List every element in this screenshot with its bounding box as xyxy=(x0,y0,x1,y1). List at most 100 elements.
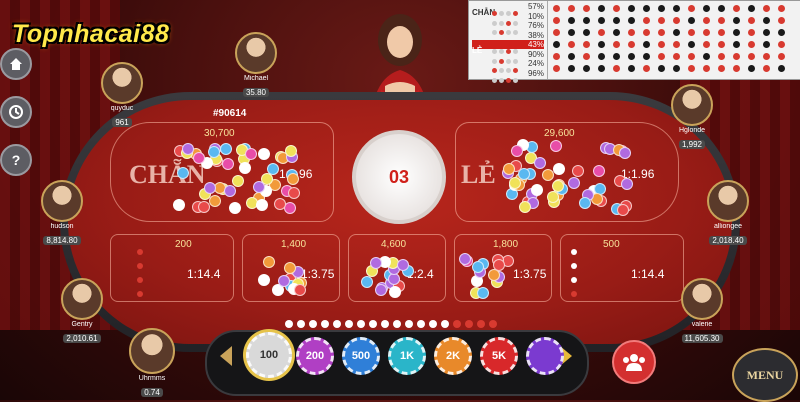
history-cell xyxy=(658,5,665,12)
bet-chip xyxy=(492,259,505,272)
history-cell xyxy=(643,17,650,24)
history-cell xyxy=(613,29,620,36)
players-list-button[interactable] xyxy=(612,340,656,384)
history-cell xyxy=(658,29,665,36)
bet-chip xyxy=(284,145,297,158)
history-stat-percent: 24% xyxy=(527,59,544,68)
history-cell xyxy=(688,29,695,36)
bet-amount: 500 xyxy=(603,239,620,250)
home-icon xyxy=(10,58,22,70)
bet-area-small-5[interactable]: 500 1:14.4 xyxy=(560,234,684,302)
history-cell xyxy=(703,29,710,36)
bet-chip xyxy=(620,178,633,191)
site-logo: Topnhacai88 xyxy=(12,20,170,48)
history-stat-percent: 10% xyxy=(527,11,544,21)
chip-more[interactable] xyxy=(526,337,564,375)
player-name: Gentry xyxy=(71,321,93,328)
bet-area-le[interactable]: 29,600 LẺ 1:1.96 xyxy=(455,122,679,222)
bet-chip xyxy=(472,261,485,274)
bet-label: LẺ xyxy=(461,160,496,189)
player-name: Uhrmms xyxy=(138,375,166,382)
history-icon xyxy=(9,105,23,119)
history-cell xyxy=(568,17,575,24)
bet-chip xyxy=(369,257,382,270)
chip-500[interactable]: 500 xyxy=(342,337,380,375)
history-cell xyxy=(748,5,755,12)
history-cell xyxy=(688,5,695,12)
road-dot xyxy=(441,320,449,328)
history-stat-row: 96% xyxy=(472,69,544,83)
bet-area-small-3[interactable]: 4,600 1:2.4 xyxy=(348,234,446,302)
history-cell xyxy=(613,41,620,48)
chip-2K[interactable]: 2K xyxy=(434,337,472,375)
history-cell xyxy=(568,29,575,36)
history-cell xyxy=(658,41,665,48)
player-seat[interactable]: Hglonde 1,992 xyxy=(666,84,718,152)
history-stat-row: LẺ 43% xyxy=(472,40,544,55)
dice-dot xyxy=(137,263,143,269)
bet-chip xyxy=(283,201,296,214)
player-seat[interactable]: alliongee 2,018.40 xyxy=(702,180,754,248)
player-seat[interactable]: valerie 11,605.30 xyxy=(676,278,728,346)
history-cell xyxy=(688,53,695,60)
bet-chip xyxy=(552,163,565,176)
player-name: hudson xyxy=(50,223,74,230)
history-button[interactable] xyxy=(0,96,32,128)
player-seat[interactable]: quyduc 961 xyxy=(96,62,148,130)
chip-1K[interactable]: 1K xyxy=(388,337,426,375)
player-seat[interactable]: hudson 8,814.80 xyxy=(36,180,88,248)
chip-5K[interactable]: 5K xyxy=(480,337,518,375)
bet-chip xyxy=(360,275,373,288)
bet-chip xyxy=(198,200,211,213)
avatar xyxy=(101,62,143,104)
bet-chip xyxy=(389,285,402,298)
road-dot xyxy=(309,320,317,328)
history-cell xyxy=(583,65,590,72)
player-seat[interactable]: Michael 35.80 xyxy=(230,32,282,100)
road-dot xyxy=(417,320,425,328)
bet-chip xyxy=(579,196,592,209)
bet-ratio: 1:14.4 xyxy=(631,267,665,281)
chip-scroll-left-icon[interactable] xyxy=(220,346,232,366)
road-dot xyxy=(357,320,365,328)
home-button[interactable] xyxy=(0,48,32,80)
history-cell xyxy=(553,5,560,12)
player-name: valerie xyxy=(691,321,713,328)
history-stat-percent: 90% xyxy=(527,49,544,59)
result-disc: 03 xyxy=(352,130,446,224)
history-cell xyxy=(628,17,635,24)
chip-200[interactable]: 200 xyxy=(296,337,334,375)
bet-chip xyxy=(221,158,234,171)
history-cell xyxy=(688,41,695,48)
history-cell xyxy=(628,29,635,36)
history-stat-row: 76% xyxy=(472,21,544,35)
road-dot xyxy=(477,320,485,328)
bet-amount: 1,800 xyxy=(493,239,519,250)
history-cell xyxy=(763,5,770,12)
bet-chip xyxy=(231,174,244,187)
bet-chip xyxy=(273,197,286,210)
road-dot xyxy=(381,320,389,328)
history-stat-row: CHẴN 57% xyxy=(472,2,544,17)
menu-button[interactable]: MENU xyxy=(732,348,798,402)
bet-chip xyxy=(476,286,489,299)
bet-area-small-2[interactable]: 1,400 1:3.75 xyxy=(242,234,340,302)
history-cell xyxy=(688,17,695,24)
history-cell xyxy=(673,17,680,24)
history-cell xyxy=(613,17,620,24)
dice-dot xyxy=(137,291,143,297)
chip-100[interactable]: 100 xyxy=(246,332,292,378)
bet-area-small-4[interactable]: 1,800 1:3.75 xyxy=(454,234,552,302)
chip-cluster xyxy=(459,253,515,299)
chip-cluster xyxy=(171,141,301,215)
history-cell xyxy=(553,53,560,60)
avatar xyxy=(41,180,83,222)
history-cell xyxy=(778,65,785,72)
player-balance: 0.74 xyxy=(141,388,163,397)
player-seat-self[interactable]: Uhrmms 0.74 xyxy=(126,328,178,400)
bet-area-chan[interactable]: 30,700 CHẴN 1:1.96 xyxy=(110,122,334,222)
history-cell xyxy=(703,53,710,60)
player-seat[interactable]: Gentry 2,010.61 xyxy=(56,278,108,346)
bet-area-small-1[interactable]: 200 1:14.4 xyxy=(110,234,234,302)
help-button[interactable]: ? xyxy=(0,144,32,176)
